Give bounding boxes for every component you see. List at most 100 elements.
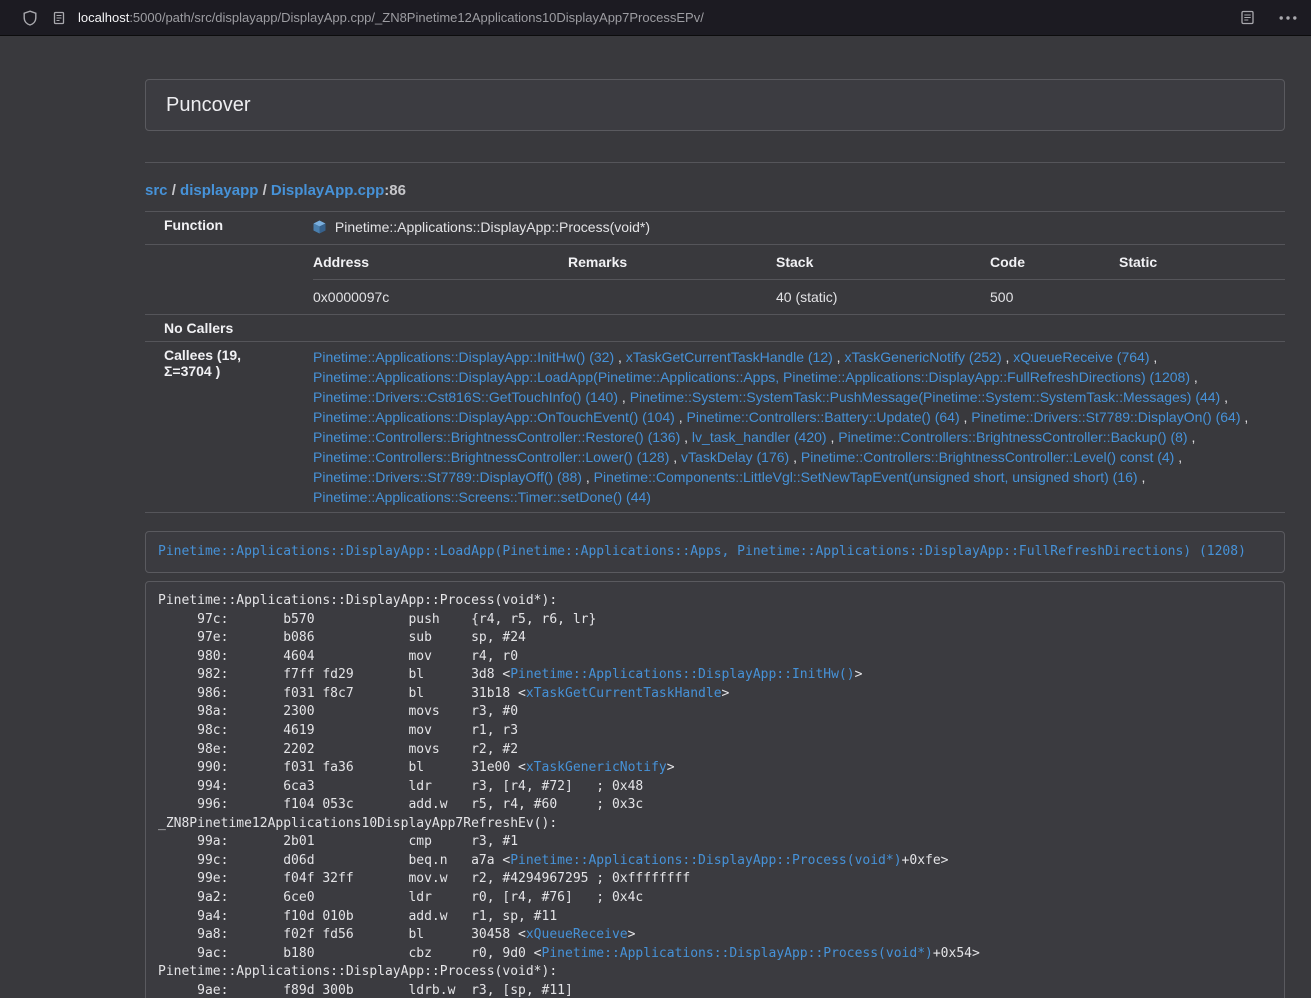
col-header-static: Static: [1111, 245, 1285, 280]
url-path: :5000/path/src/displayapp/DisplayApp.cpp…: [129, 10, 704, 25]
callee-link[interactable]: Pinetime::Drivers::St7789::DisplayOff() …: [313, 469, 582, 485]
callee-link[interactable]: Pinetime::Controllers::BrightnessControl…: [313, 429, 680, 445]
callee-link[interactable]: Pinetime::Controllers::BrightnessControl…: [801, 449, 1174, 465]
code-size-value: 500: [982, 280, 1111, 315]
callee-link[interactable]: Pinetime::Applications::Screens::Timer::…: [313, 489, 651, 505]
symbol-panel: Pinetime::Applications::DisplayApp::Load…: [145, 531, 1285, 573]
callee-link[interactable]: Pinetime::Drivers::St7789::DisplayOn() (…: [971, 409, 1240, 425]
symbol-link[interactable]: Pinetime::Applications::DisplayApp::Init…: [510, 667, 854, 682]
breadcrumb-separator: /: [168, 182, 181, 199]
callee-separator: ,: [1241, 409, 1249, 425]
symbol-link[interactable]: xQueueReceive: [526, 927, 628, 942]
browser-toolbar: localhost:5000/path/src/displayapp/Displ…: [0, 0, 1311, 36]
asm-line: 99a: 2b01 cmp r3, #1: [158, 833, 1272, 852]
callee-link[interactable]: Pinetime::Applications::DisplayApp::OnTo…: [313, 409, 675, 425]
callees-list: Pinetime::Applications::DisplayApp::Init…: [292, 342, 1285, 513]
callee-link[interactable]: Pinetime::System::SystemTask::PushMessag…: [630, 389, 1221, 405]
callee-separator: ,: [1220, 389, 1228, 405]
asm-line: 994: 6ca3 ldr r3, [r4, #72] ; 0x48: [158, 778, 1272, 797]
callee-link[interactable]: Pinetime::Applications::DisplayApp::Init…: [313, 349, 614, 365]
callee-link[interactable]: xTaskGetCurrentTaskHandle (12): [626, 349, 833, 365]
callee-separator: ,: [960, 409, 972, 425]
shield-icon[interactable]: [22, 10, 38, 26]
symbol-link[interactable]: Pinetime::Applications::DisplayApp::Proc…: [542, 946, 933, 961]
breadcrumb-link-displayapp[interactable]: displayapp: [180, 182, 258, 199]
asm-line: 98c: 4619 mov r1, r3: [158, 722, 1272, 741]
loadapp-symbol-link[interactable]: Pinetime::Applications::DisplayApp::Load…: [158, 544, 1246, 559]
no-callers-cell: [292, 315, 1285, 342]
asm-line: 9ae: f89d 300b ldrb.w r3, [sp, #11]: [158, 982, 1272, 998]
page-actions-icon[interactable]: [1279, 16, 1297, 20]
callee-link[interactable]: Pinetime::Applications::DisplayApp::Load…: [313, 369, 1190, 385]
callee-link[interactable]: Pinetime::Controllers::BrightnessControl…: [838, 429, 1187, 445]
callee-link[interactable]: lv_task_handler (420): [692, 429, 827, 445]
disassembly-panel: Pinetime::Applications::DisplayApp::Proc…: [145, 581, 1285, 998]
page-info-icon[interactable]: [52, 11, 66, 25]
callee-link[interactable]: Pinetime::Drivers::Cst816S::GetTouchInfo…: [313, 389, 618, 405]
callee-separator: ,: [827, 429, 839, 445]
callee-separator: ,: [1138, 469, 1146, 485]
asm-line: 990: f031 fa36 bl 31e00 <xTaskGenericNot…: [158, 759, 1272, 778]
callee-separator: ,: [680, 429, 692, 445]
divider: [145, 162, 1285, 163]
callees-row: Callees (19, Σ=3704 ) Pinetime::Applicat…: [145, 342, 1285, 513]
breadcrumb-link-file[interactable]: DisplayApp.cpp: [271, 182, 384, 199]
asm-line: 996: f104 053c add.w r5, r4, #60 ; 0x3c: [158, 796, 1272, 815]
asm-line: 980: 4604 mov r4, r0: [158, 648, 1272, 667]
col-header-address: Address: [313, 245, 560, 280]
callee-separator: ,: [1002, 349, 1014, 365]
breadcrumb: src / displayapp / DisplayApp.cpp:86: [145, 182, 1285, 199]
callee-separator: ,: [833, 349, 845, 365]
callees-label: Callees (19, Σ=3704 ): [145, 342, 292, 513]
col-header-code: Code: [982, 245, 1111, 280]
callee-link[interactable]: xTaskGenericNotify (252): [844, 349, 1001, 365]
no-callers-label: No Callers: [145, 315, 292, 342]
breadcrumb-separator: /: [258, 182, 271, 199]
reader-view-icon[interactable]: [1240, 10, 1255, 25]
callee-separator: ,: [669, 449, 681, 465]
url-bar[interactable]: localhost:5000/path/src/displayapp/Displ…: [78, 10, 1240, 25]
remarks-value: [560, 280, 768, 315]
callee-separator: ,: [614, 349, 626, 365]
symbol-link[interactable]: Pinetime::Applications::DisplayApp::Proc…: [510, 853, 901, 868]
function-table: Function Pinetime::Applications::Display…: [145, 211, 1285, 513]
callee-link[interactable]: Pinetime::Controllers::Battery::Update()…: [687, 409, 960, 425]
callee-separator: ,: [1174, 449, 1182, 465]
metrics-cell: Address Remarks Stack Code Static 0x0000…: [292, 245, 1285, 315]
stack-value: 40 (static): [768, 280, 982, 315]
callee-separator: ,: [618, 389, 630, 405]
asm-line: 98a: 2300 movs r3, #0: [158, 703, 1272, 722]
app-title[interactable]: Puncover: [166, 94, 251, 116]
asm-line: 982: f7ff fd29 bl 3d8 <Pinetime::Applica…: [158, 666, 1272, 685]
address-value: 0x0000097c: [313, 280, 560, 315]
toolbar-right-icons: [1240, 10, 1297, 25]
brand-panel: Puncover: [145, 79, 1285, 131]
callee-link[interactable]: Pinetime::Components::LittleVgl::SetNewT…: [594, 469, 1138, 485]
no-callers-row: No Callers: [145, 315, 1285, 342]
metrics-table: Address Remarks Stack Code Static 0x0000…: [313, 245, 1285, 314]
callee-separator: ,: [1190, 369, 1198, 385]
callee-separator: ,: [1149, 349, 1157, 365]
asm-line: 97c: b570 push {r4, r5, r6, lr}: [158, 611, 1272, 630]
symbol-link[interactable]: xTaskGetCurrentTaskHandle: [526, 686, 722, 701]
callee-link[interactable]: xQueueReceive (764): [1013, 349, 1149, 365]
asm-line: Pinetime::Applications::DisplayApp::Proc…: [158, 592, 1272, 611]
cube-icon: [313, 219, 326, 239]
asm-line: Pinetime::Applications::DisplayApp::Proc…: [158, 963, 1272, 982]
breadcrumb-line-number: :86: [384, 182, 406, 199]
callee-link[interactable]: vTaskDelay (176): [681, 449, 789, 465]
url-host: localhost: [78, 10, 129, 25]
asm-line: 9a2: 6ce0 ldr r0, [r4, #76] ; 0x4c: [158, 889, 1272, 908]
symbol-link[interactable]: xTaskGenericNotify: [526, 760, 667, 775]
breadcrumb-link-src[interactable]: src: [145, 182, 168, 199]
callee-link[interactable]: Pinetime::Controllers::BrightnessControl…: [313, 449, 669, 465]
callee-separator: ,: [789, 449, 801, 465]
callee-separator: ,: [1188, 429, 1196, 445]
col-header-remarks: Remarks: [560, 245, 768, 280]
callee-separator: ,: [582, 469, 594, 485]
col-header-stack: Stack: [768, 245, 982, 280]
function-name: Pinetime::Applications::DisplayApp::Proc…: [335, 219, 650, 235]
asm-line: 97e: b086 sub sp, #24: [158, 629, 1272, 648]
table-row: 0x0000097c 40 (static) 500: [313, 280, 1285, 315]
function-cell: Pinetime::Applications::DisplayApp::Proc…: [292, 212, 1285, 245]
